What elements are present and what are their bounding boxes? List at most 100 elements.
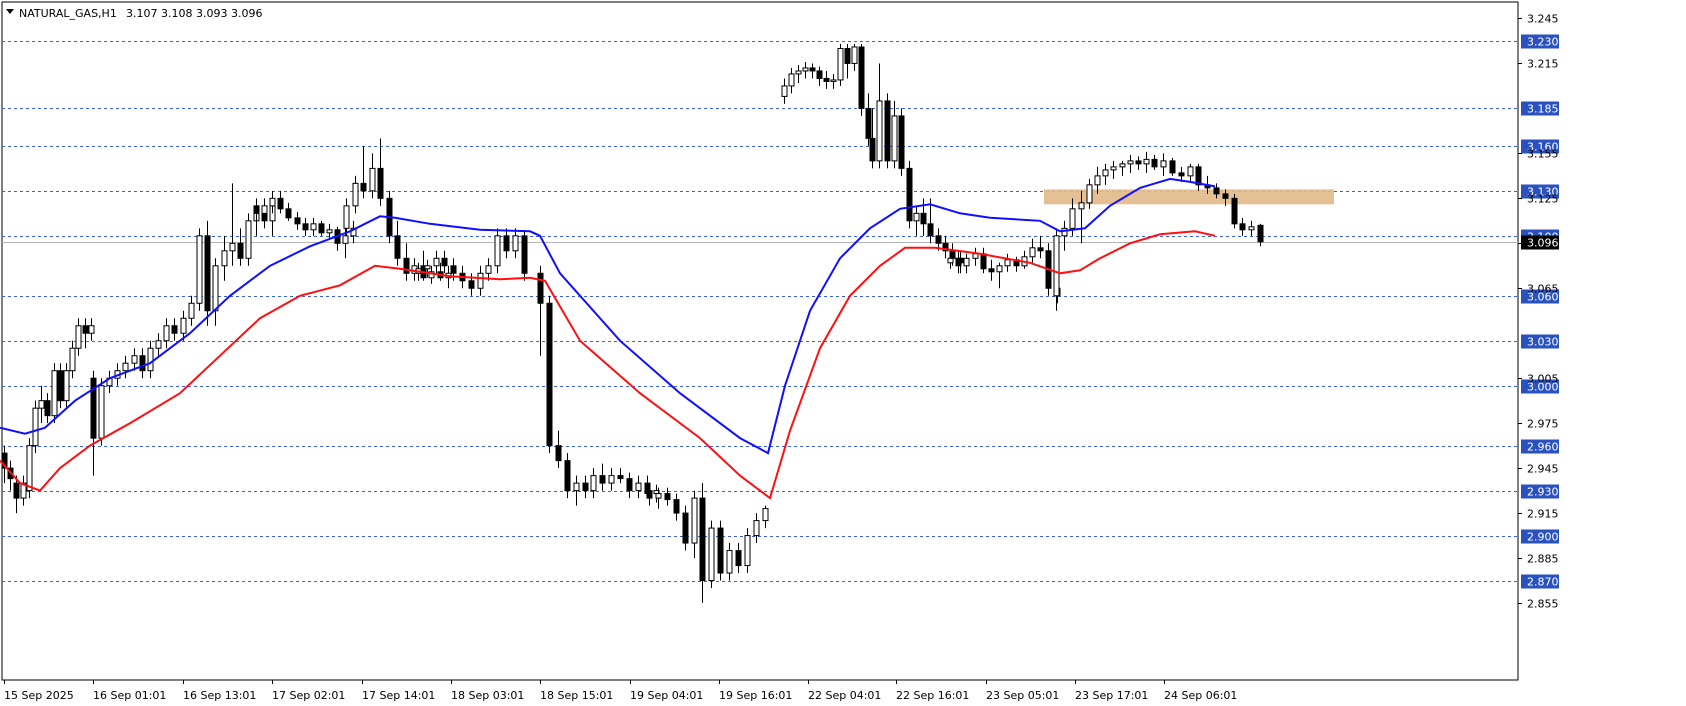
- candle-bull: [494, 235, 501, 267]
- x-tick-label: 18 Sep 03:01: [451, 689, 524, 702]
- candle-bull: [180, 317, 187, 334]
- candle-bear: [988, 268, 995, 273]
- candle-bull: [342, 235, 349, 244]
- candle-bear: [318, 223, 325, 234]
- candle-bull: [1102, 169, 1109, 177]
- candle-bear: [809, 67, 816, 72]
- candle-bull: [1119, 163, 1126, 168]
- candle-bull: [1004, 259, 1011, 267]
- candle-bear: [599, 475, 606, 484]
- candle-bull: [788, 73, 795, 87]
- x-tick-label: 23 Sep 17:01: [1075, 689, 1148, 702]
- candle-bull: [38, 400, 45, 409]
- candle-bull: [1061, 227, 1068, 237]
- candle-bull: [891, 115, 898, 162]
- y-tick-label: 2.945: [1527, 463, 1559, 476]
- candle-bull: [155, 340, 162, 349]
- candle-bear: [204, 235, 211, 312]
- x-tick-label: 22 Sep 16:01: [896, 689, 969, 702]
- candle-bear: [394, 235, 401, 259]
- candle-bull: [131, 355, 138, 364]
- candle-bull: [708, 527, 715, 582]
- level-price-label: 3.230: [1527, 36, 1559, 49]
- candle-bear: [927, 223, 934, 237]
- candle-bull: [802, 67, 809, 72]
- y-tick-label: 3.215: [1527, 58, 1559, 71]
- candle-bull: [477, 272, 484, 289]
- candle-bull: [795, 70, 802, 75]
- candle-bull: [963, 257, 970, 267]
- level-price-label: 2.930: [1527, 486, 1559, 499]
- candle-bull: [75, 325, 82, 349]
- candle-bear: [285, 208, 292, 219]
- current-price-label: 3.096: [1527, 237, 1559, 250]
- candle-bear: [1151, 158, 1158, 168]
- candle-bear: [1169, 160, 1176, 174]
- y-tick-label: 3.005: [1527, 373, 1559, 386]
- candle-bull: [51, 370, 58, 417]
- candle-bull: [1069, 208, 1076, 229]
- time-axis: 15 Sep 2025 16 Sep 01:01 16 Sep 13:01 17 Se…: [4, 680, 1237, 702]
- candle-bull: [1110, 166, 1117, 171]
- candle-bear: [617, 475, 624, 480]
- candle-bull: [947, 257, 954, 264]
- candle-bear: [13, 482, 20, 499]
- candle-bull: [1078, 202, 1085, 210]
- candle-bull: [369, 167, 376, 192]
- candle-bear: [646, 490, 653, 499]
- candle-bear: [582, 482, 589, 492]
- candle-bear: [980, 253, 987, 270]
- candle-bear: [503, 235, 510, 252]
- x-tick-label: 17 Sep 14:01: [362, 689, 435, 702]
- candle-bull: [32, 407, 39, 447]
- level-price-label: 2.870: [1527, 576, 1559, 589]
- candle-bear: [521, 235, 528, 274]
- y-tick-label: 2.885: [1527, 553, 1559, 566]
- candle-bear: [1135, 160, 1142, 165]
- candle-bear: [1222, 193, 1229, 199]
- price-chart: 3.2303.1853.1603.1303.1003.0603.0303.000…: [0, 1, 1559, 702]
- candle-bull: [1187, 166, 1194, 177]
- candle-bull: [26, 445, 33, 492]
- x-tick-label: 15 Sep 2025: [4, 689, 74, 702]
- candle-bear: [253, 205, 260, 214]
- candle-bear: [920, 212, 927, 225]
- candle-bear: [673, 499, 680, 514]
- candle-bear: [717, 527, 724, 574]
- candle-bear: [441, 257, 448, 267]
- candle-bear: [682, 512, 689, 544]
- candle-bear: [664, 493, 671, 501]
- candle-bear: [44, 400, 51, 417]
- candle-bull: [485, 265, 492, 274]
- y-tick-label: 2.855: [1527, 598, 1559, 611]
- candle-bull: [352, 182, 359, 207]
- candle-bull: [996, 265, 1003, 273]
- candle-bull: [1094, 175, 1101, 186]
- candle-bear: [935, 235, 942, 244]
- candle-bear: [816, 70, 823, 79]
- candle-bull: [608, 475, 615, 484]
- candle-bull: [63, 370, 70, 402]
- candle-bear: [844, 47, 851, 64]
- y-tick-label: 3.125: [1527, 193, 1559, 206]
- candle-bear: [1213, 187, 1220, 195]
- candle-bear: [294, 217, 301, 225]
- symbol-label: NATURAL_GAS,H1: [19, 7, 117, 20]
- candle-bull: [310, 223, 317, 231]
- candle-bear: [360, 182, 367, 192]
- level-price-label: 2.900: [1527, 531, 1559, 544]
- candle-bull: [1127, 160, 1134, 165]
- candle-bull: [1248, 226, 1255, 231]
- candle-bear: [537, 272, 544, 304]
- level-price-label: 3.185: [1527, 103, 1559, 116]
- x-tick-label: 22 Sep 04:01: [808, 689, 881, 702]
- candle-bear: [302, 223, 309, 231]
- x-tick-label: 19 Sep 16:01: [719, 689, 792, 702]
- candle-bull: [1086, 184, 1093, 204]
- candle-bear: [555, 445, 562, 462]
- candle-bear: [955, 257, 962, 267]
- candle-bull: [691, 497, 698, 544]
- candle-bull: [98, 385, 105, 439]
- candle-bear: [699, 497, 706, 582]
- candle-bear: [1257, 224, 1264, 243]
